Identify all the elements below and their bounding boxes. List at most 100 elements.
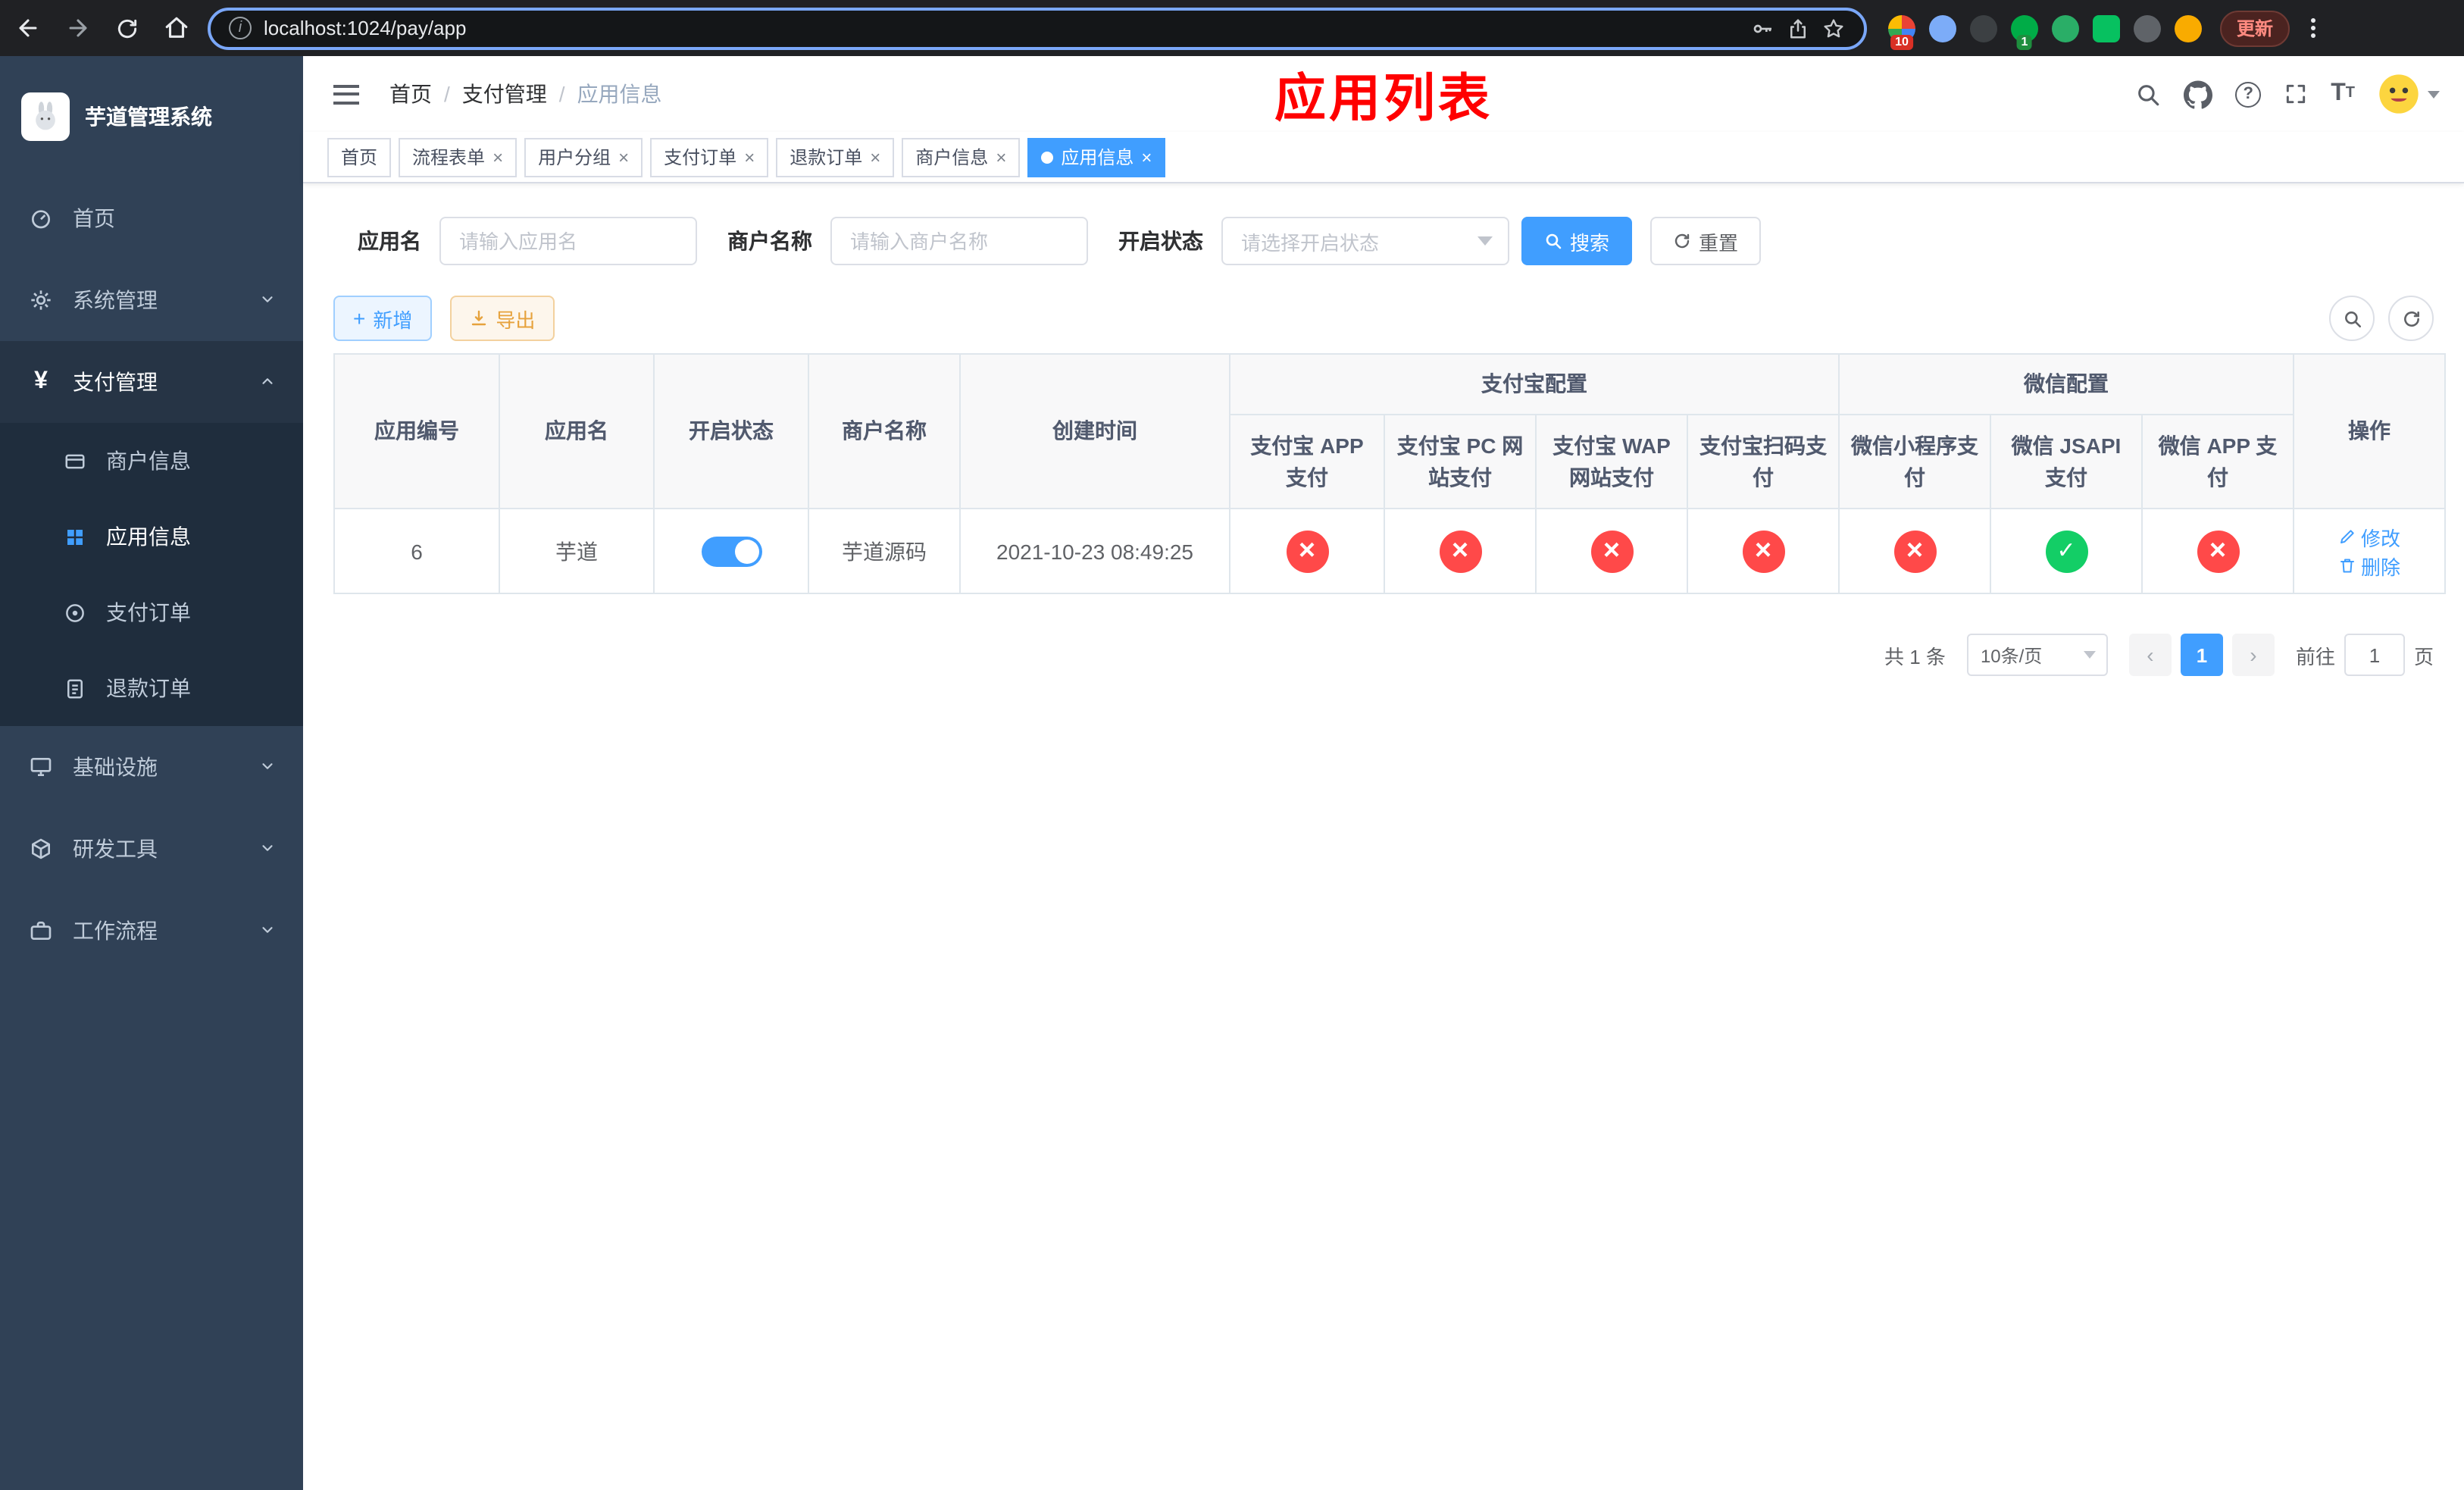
- gear-icon: [27, 288, 55, 312]
- site-info-icon[interactable]: i: [229, 17, 252, 39]
- tab-pay-order[interactable]: 支付订单 ×: [650, 137, 769, 177]
- breadcrumb-section[interactable]: 支付管理: [462, 79, 547, 109]
- tab-user-group[interactable]: 用户分组 ×: [524, 137, 643, 177]
- help-icon[interactable]: ?: [2235, 81, 2262, 107]
- tab-process-form[interactable]: 流程表单 ×: [399, 137, 518, 177]
- app-name-input[interactable]: [439, 217, 697, 265]
- add-button[interactable]: + 新增: [333, 296, 433, 341]
- next-page-button[interactable]: ›: [2231, 634, 2275, 676]
- chevron-down-icon: [1477, 236, 1493, 246]
- breadcrumb-separator: /: [558, 82, 565, 106]
- delete-link[interactable]: 删除: [2338, 551, 2400, 580]
- close-icon[interactable]: ×: [870, 148, 880, 166]
- cell-created: 2021-10-23 08:49:25: [959, 508, 1230, 594]
- tag-view-bar: 首页 流程表单 × 用户分组 × 支付订单 × 退款订单 × 商户信息 × 应用信息 ×: [303, 132, 2464, 183]
- user-avatar[interactable]: [2378, 73, 2440, 115]
- fullscreen-icon[interactable]: [2284, 82, 2308, 106]
- forward-icon[interactable]: [65, 15, 91, 41]
- sub-header-alipay-wap: 支付宝 WAP 网站支付: [1535, 414, 1688, 509]
- share-icon[interactable]: [1787, 16, 1809, 40]
- page-size-select[interactable]: 10条/页: [1966, 634, 2108, 676]
- sub-header-alipay-app: 支付宝 APP 支付: [1229, 414, 1385, 509]
- status-select[interactable]: 请选择开启状态: [1221, 217, 1509, 265]
- sidebar-item-refund-order[interactable]: 退款订单: [0, 650, 303, 726]
- breadcrumb-current: 应用信息: [577, 82, 662, 106]
- sidebar-item-pay-order[interactable]: 支付订单: [0, 574, 303, 650]
- prev-page-button[interactable]: ‹: [2128, 634, 2172, 676]
- sidebar-item-home[interactable]: 首页: [0, 177, 303, 259]
- back-icon[interactable]: [15, 15, 41, 41]
- sidebar-item-label: 基础设施: [73, 755, 158, 779]
- col-header-name: 应用名: [499, 353, 655, 509]
- search-button[interactable]: 搜索: [1521, 217, 1633, 265]
- reset-button[interactable]: 重置: [1650, 217, 1762, 265]
- merchant-name-input[interactable]: [830, 217, 1088, 265]
- close-icon[interactable]: ×: [1141, 148, 1152, 166]
- sidebar-fold-icon[interactable]: [327, 78, 365, 110]
- close-icon[interactable]: ×: [618, 148, 629, 166]
- sidebar: 芋道管理系统 首页 系统管理 ¥ 支付管理 商户信息 应用信息 支付订单 退款订…: [0, 56, 303, 1490]
- pencil-icon: [2340, 530, 2354, 543]
- search-icon[interactable]: [2135, 81, 2161, 107]
- browser-chrome: i localhost:1024/pay/app 10 1 更新: [0, 0, 2464, 56]
- extension-icon[interactable]: [2052, 14, 2079, 42]
- close-icon[interactable]: ×: [492, 148, 503, 166]
- wechat-app-status-icon: [2197, 530, 2239, 572]
- sidebar-item-app-info[interactable]: 应用信息: [0, 499, 303, 574]
- sidebar-item-workflow[interactable]: 工作流程: [0, 890, 303, 972]
- row-status-toggle[interactable]: [701, 536, 761, 566]
- status-select-placeholder: 请选择开启状态: [1241, 231, 1380, 254]
- reload-icon[interactable]: [115, 16, 139, 40]
- document-icon: [64, 677, 88, 700]
- extension-icon[interactable]: [2093, 14, 2120, 42]
- url-bar[interactable]: i localhost:1024/pay/app: [208, 7, 1867, 49]
- current-page[interactable]: 1: [2180, 634, 2223, 676]
- edit-link[interactable]: 修改: [2338, 522, 2400, 551]
- goto-page-input[interactable]: [2344, 634, 2405, 676]
- close-icon[interactable]: ×: [996, 148, 1006, 166]
- breadcrumb-home[interactable]: 首页: [389, 79, 432, 109]
- extension-icon[interactable]: [2175, 14, 2202, 42]
- tab-home[interactable]: 首页: [327, 137, 392, 177]
- sub-header-wechat-jsapi: 微信 JSAPI 支付: [1990, 414, 2143, 509]
- extension-icon[interactable]: 1: [2011, 14, 2038, 49]
- cell-merchant: 芋道源码: [808, 508, 961, 594]
- app-logo[interactable]: 芋道管理系统: [0, 56, 303, 177]
- password-key-icon[interactable]: [1750, 16, 1775, 40]
- extension-icon[interactable]: [1970, 14, 1997, 42]
- export-button[interactable]: 导出: [450, 296, 555, 341]
- close-icon[interactable]: ×: [744, 148, 755, 166]
- refresh-table-icon[interactable]: [2388, 296, 2434, 341]
- wechat-jsapi-status-icon: [2045, 530, 2087, 572]
- url-text[interactable]: localhost:1024/pay/app: [264, 17, 1738, 39]
- sub-header-wechat-mini: 微信小程序支付: [1838, 414, 1991, 509]
- chevron-down-icon: [259, 837, 276, 861]
- browser-menu-icon[interactable]: [2305, 12, 2322, 44]
- tab-app-info[interactable]: 应用信息 ×: [1027, 137, 1166, 177]
- total-count: 共 1 条: [1884, 645, 1946, 668]
- chevron-up-icon: [259, 370, 276, 394]
- plus-icon: +: [353, 306, 366, 330]
- sidebar-item-devtools[interactable]: 研发工具: [0, 808, 303, 890]
- extension-icon[interactable]: 10: [1888, 14, 1915, 49]
- github-icon[interactable]: [2184, 80, 2213, 108]
- group-header-alipay: 支付宝配置: [1229, 353, 1840, 415]
- extension-icon[interactable]: [1929, 14, 1956, 42]
- navbar-actions: ? TT: [2135, 73, 2440, 115]
- bookmark-star-icon[interactable]: [1821, 16, 1846, 40]
- sidebar-item-merchant-info[interactable]: 商户信息: [0, 423, 303, 499]
- tab-refund-order[interactable]: 退款订单 ×: [776, 137, 895, 177]
- alipay-app-status-icon: [1286, 530, 1328, 572]
- home-icon[interactable]: [164, 15, 189, 41]
- font-size-icon[interactable]: TT: [2331, 81, 2355, 106]
- tab-merchant-info[interactable]: 商户信息 ×: [902, 137, 1021, 177]
- sidebar-item-system[interactable]: 系统管理: [0, 259, 303, 341]
- alipay-qr-status-icon: [1742, 530, 1784, 572]
- sidebar-item-infrastructure[interactable]: 基础设施: [0, 726, 303, 808]
- sub-header-alipay-qr: 支付宝扫码支付: [1687, 414, 1840, 509]
- extension-icon[interactable]: [2134, 14, 2161, 42]
- chrome-update-button[interactable]: 更新: [2220, 10, 2290, 46]
- toggle-search-icon[interactable]: [2329, 296, 2375, 341]
- sidebar-item-label: 工作流程: [73, 919, 158, 943]
- sidebar-item-payment[interactable]: ¥ 支付管理: [0, 341, 303, 423]
